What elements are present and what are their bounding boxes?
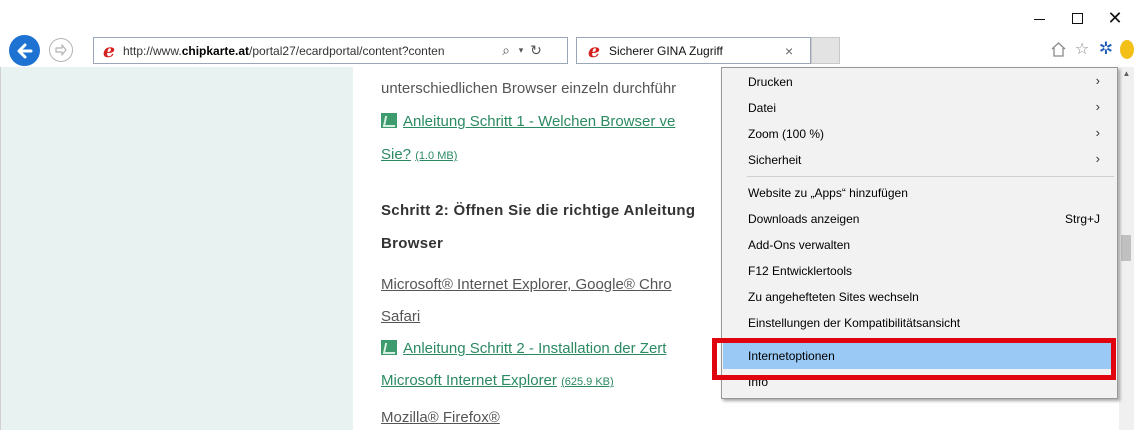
menu-item-f12-entwicklertools[interactable]: F12 Entwicklertools [723,258,1116,284]
scroll-up-icon[interactable]: ▲ [1119,67,1134,81]
step2-heading: Schritt 2: Öffnen Sie die richtige Anlei… [381,202,696,219]
toolbar-icons: ☆ ✲ [1048,39,1134,59]
back-button[interactable] [9,35,40,66]
pdf-link-step2[interactable]: Anleitung Schritt 2 - Installation der Z… [381,340,666,357]
chevron-right-icon: › [1095,151,1100,166]
text-line: unterschiedlichen Browser einzeln durchf… [381,80,677,97]
menu-separator [747,176,1114,177]
browser-window: ✕ e http://www.chipkarte.at/portal27/eca… [0,0,1134,430]
step2-heading-cont: Browser [381,235,444,252]
menu-item-kompatibilitaetsansicht[interactable]: Einstellungen der Kompatibilitätsansicht [723,310,1116,336]
home-icon[interactable] [1048,39,1068,59]
ie-logo-icon: e [587,39,601,62]
menu-item-datei[interactable]: Datei › [723,95,1116,121]
navigation-toolbar: e http://www.chipkarte.at/portal27/ecard… [0,33,1134,67]
menu-item-sicherheit[interactable]: Sicherheit › [723,147,1116,173]
new-tab-button[interactable] [811,37,840,64]
ie-logo-icon: e [102,39,116,62]
chevron-right-icon: › [1095,73,1100,88]
pdf-icon [381,340,397,355]
browsers-link[interactable]: Microsoft® Internet Explorer, Google® Ch… [381,276,672,293]
annotation-highlight-box [712,338,1116,380]
menu-item-zoom[interactable]: Zoom (100 %) › [723,121,1116,147]
minimize-icon [1033,18,1045,20]
favorites-star-icon[interactable]: ☆ [1072,39,1092,59]
file-size: (625.9 KB) [561,376,614,388]
address-bar[interactable]: e http://www.chipkarte.at/portal27/ecard… [93,37,568,64]
tab-close-icon[interactable]: × [785,43,793,59]
tab-sicherer-gina-zugriff[interactable]: e Sicherer GINA Zugriff × [576,37,811,64]
minimize-button[interactable] [1020,4,1058,32]
firefox-link[interactable]: Mozilla® Firefox® [381,409,500,426]
vertical-scrollbar[interactable]: ▲ [1119,67,1134,430]
pdf-icon [381,113,397,128]
file-size: (1.0 MB) [415,150,458,162]
browsers-link-cont[interactable]: Safari [381,308,420,325]
menu-item-add-ons-verwalten[interactable]: Add-Ons verwalten [723,232,1116,258]
pdf-link-step1-cont[interactable]: Sie? (1.0 MB) [381,146,457,163]
forward-arrow-icon [55,44,67,56]
close-window-button[interactable]: ✕ [1096,4,1134,32]
window-controls: ✕ [1020,4,1134,32]
page-content: unterschiedlichen Browser einzeln durchf… [381,67,721,430]
menu-item-downloads-anzeigen[interactable]: Downloads anzeigen Strg+J [723,206,1116,232]
chevron-right-icon: › [1095,99,1100,114]
refresh-icon[interactable]: ↻ [529,42,543,59]
maximize-icon [1071,12,1083,24]
shortcut-label: Strg+J [1064,212,1100,226]
search-icon[interactable]: ⌕ [499,42,513,59]
forward-button[interactable] [49,38,73,62]
back-arrow-icon [17,43,32,58]
menu-item-drucken[interactable]: Drucken › [723,69,1116,95]
url-text[interactable]: http://www.chipkarte.at/portal27/ecardpo… [123,44,495,58]
gear-icon[interactable]: ✲ [1096,39,1116,59]
chevron-right-icon: › [1095,125,1100,140]
chevron-down-icon[interactable]: ▾ [517,45,525,56]
menu-item-website-zu-apps[interactable]: Website zu „Apps“ hinzufügen [723,180,1116,206]
pdf-link-step1[interactable]: Anleitung Schritt 1 - Welchen Browser ve [381,113,675,130]
pdf-link-step2-cont[interactable]: Microsoft Internet Explorer (625.9 KB) [381,372,614,389]
menu-item-angeheftete-sites[interactable]: Zu angehefteten Sites wechseln [723,284,1116,310]
maximize-button[interactable] [1058,4,1096,32]
scroll-thumb[interactable] [1121,235,1131,261]
smiley-feedback-icon[interactable] [1120,39,1134,59]
tab-title: Sicherer GINA Zugriff [609,43,723,58]
left-sidebar [0,67,353,430]
